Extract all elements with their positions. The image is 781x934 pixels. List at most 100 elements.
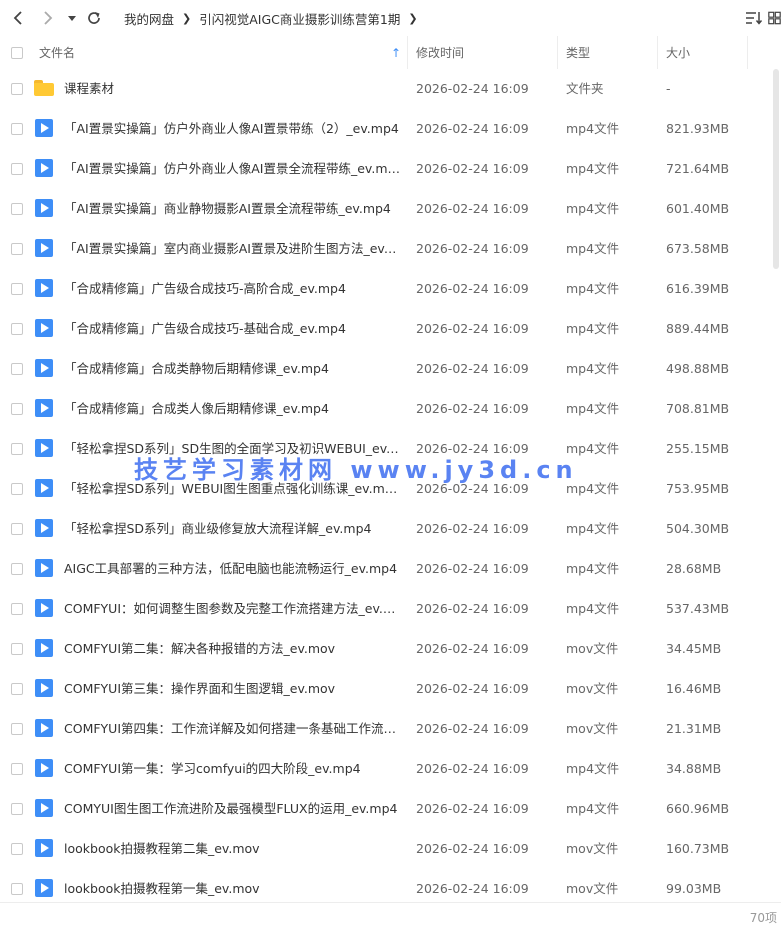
file-row[interactable]: 「合成精修篇」合成类静物后期精修课_ev.mp4 2026-02-24 16:09…: [0, 349, 781, 389]
file-row[interactable]: 「AI置景实操篇」室内商业摄影AI置景及进阶生图方法_ev.m... 2026-0…: [0, 229, 781, 269]
row-checkbox[interactable]: [11, 123, 23, 135]
file-row[interactable]: lookbook拍摄教程第二集_ev.mov 2026-02-24 16:09 mo…: [0, 829, 781, 869]
row-checkbox[interactable]: [11, 403, 23, 415]
file-name[interactable]: lookbook拍摄教程第二集_ev.mov: [64, 829, 400, 869]
file-modified: 2026-02-24 16:09: [416, 521, 529, 536]
chevron-right-icon: ❯: [182, 11, 192, 25]
row-checkbox[interactable]: [11, 563, 23, 575]
file-row[interactable]: 课程素材 2026-02-24 16:09 文件夹 -: [0, 69, 781, 109]
column-modified[interactable]: 修改时间: [416, 36, 464, 69]
file-size: 21.31MB: [666, 721, 722, 736]
row-checkbox[interactable]: [11, 283, 23, 295]
row-checkbox[interactable]: [11, 643, 23, 655]
file-row[interactable]: 「合成精修篇」广告级合成技巧-基础合成_ev.mp4 2026-02-24 16:…: [0, 309, 781, 349]
file-size: -: [666, 81, 671, 96]
refresh-button[interactable]: [82, 6, 106, 30]
file-name[interactable]: 「合成精修篇」广告级合成技巧-基础合成_ev.mp4: [64, 309, 400, 349]
column-divider[interactable]: [407, 36, 408, 69]
video-file-icon: [35, 399, 53, 417]
caret-down-icon: [68, 16, 76, 21]
row-checkbox[interactable]: [11, 523, 23, 535]
breadcrumb-item-root[interactable]: 我的网盘: [124, 9, 174, 28]
file-name[interactable]: 「合成精修篇」合成类静物后期精修课_ev.mp4: [64, 349, 400, 389]
select-all-checkbox[interactable]: [11, 46, 23, 59]
back-button[interactable]: [6, 6, 30, 30]
file-type: mp4文件: [566, 401, 620, 416]
file-modified: 2026-02-24 16:09: [416, 681, 529, 696]
file-name[interactable]: 「AI置景实操篇」仿户外商业人像AI置景带练（2）_ev.mp4: [64, 109, 400, 149]
file-row[interactable]: COMYUI图生图工作流进阶及最强模型FLUX的运用_ev.mp4 2026-02…: [0, 789, 781, 829]
file-name[interactable]: AIGC工具部署的三种方法，低配电脑也能流畅运行_ev.mp4: [64, 549, 400, 589]
column-divider[interactable]: [557, 36, 558, 69]
file-row[interactable]: COMFYUI第三集：操作界面和生图逻辑_ev.mov 2026-02-24 16…: [0, 669, 781, 709]
file-name[interactable]: COMFYUI第二集：解决各种报错的方法_ev.mov: [64, 629, 400, 669]
file-name[interactable]: COMYUI图生图工作流进阶及最强模型FLUX的运用_ev.mp4: [64, 789, 400, 829]
row-checkbox[interactable]: [11, 443, 23, 455]
file-row[interactable]: COMFYUI第一集：学习comfyui的四大阶段_ev.mp4 2026-02-…: [0, 749, 781, 789]
row-checkbox[interactable]: [11, 803, 23, 815]
file-row[interactable]: 「AI置景实操篇」仿户外商业人像AI置景全流程带练_ev.mp4 2026-02-…: [0, 149, 781, 189]
file-row[interactable]: 「AI置景实操篇」仿户外商业人像AI置景带练（2）_ev.mp4 2026-02-…: [0, 109, 781, 149]
file-row[interactable]: COMFYUI第二集：解决各种报错的方法_ev.mov 2026-02-24 16…: [0, 629, 781, 669]
file-type: mp4文件: [566, 601, 620, 616]
row-checkbox[interactable]: [11, 723, 23, 735]
file-icon-wrap: [34, 638, 54, 658]
file-type: mp4文件: [566, 761, 620, 776]
file-modified: 2026-02-24 16:09: [416, 601, 529, 616]
column-type-label: 类型: [566, 46, 591, 60]
file-row[interactable]: AIGC工具部署的三种方法，低配电脑也能流畅运行_ev.mp4 2026-02-2…: [0, 549, 781, 589]
row-checkbox[interactable]: [11, 323, 23, 335]
column-name-label: 文件名: [39, 46, 76, 60]
sort-button[interactable]: [744, 8, 764, 28]
column-type[interactable]: 类型: [566, 36, 590, 69]
file-name[interactable]: 课程素材: [64, 69, 400, 109]
row-checkbox[interactable]: [11, 363, 23, 375]
column-divider[interactable]: [657, 36, 658, 69]
file-name[interactable]: 「AI置景实操篇」仿户外商业人像AI置景全流程带练_ev.mp4: [64, 149, 400, 189]
forward-button[interactable]: [36, 6, 60, 30]
history-dropdown[interactable]: [61, 6, 83, 30]
file-name[interactable]: 「AI置景实操篇」商业静物摄影AI置景全流程带练_ev.mp4: [64, 189, 400, 229]
row-checkbox[interactable]: [11, 883, 23, 895]
file-row[interactable]: COMFYUI第四集：工作流详解及如何搭建一条基础工作流_e... 2026-02…: [0, 709, 781, 749]
file-row[interactable]: 「AI置景实操篇」商业静物摄影AI置景全流程带练_ev.mp4 2026-02-2…: [0, 189, 781, 229]
column-name[interactable]: 文件名 ↑: [39, 36, 405, 69]
file-icon-wrap: [34, 878, 54, 898]
file-name[interactable]: 「合成精修篇」广告级合成技巧-高阶合成_ev.mp4: [64, 269, 400, 309]
file-name[interactable]: 「轻松拿捏SD系列」商业级修复放大流程详解_ev.mp4: [64, 509, 400, 549]
video-file-icon: [35, 199, 53, 217]
file-modified: 2026-02-24 16:09: [416, 121, 529, 136]
column-size[interactable]: 大小: [666, 36, 690, 69]
row-checkbox[interactable]: [11, 83, 23, 95]
scrollbar-thumb[interactable]: [773, 69, 779, 269]
row-checkbox[interactable]: [11, 483, 23, 495]
row-checkbox[interactable]: [11, 163, 23, 175]
file-name[interactable]: COMFYUI第三集：操作界面和生图逻辑_ev.mov: [64, 669, 400, 709]
file-icon-wrap: [34, 318, 54, 338]
file-name[interactable]: COMFYUI：如何调整生图参数及完整工作流搭建方法_ev.mp4: [64, 589, 400, 629]
row-checkbox[interactable]: [11, 203, 23, 215]
breadcrumb-item-current[interactable]: 引闪视觉AIGC商业摄影训练营第1期: [199, 9, 400, 28]
file-row[interactable]: COMFYUI：如何调整生图参数及完整工作流搭建方法_ev.mp4 2026-02…: [0, 589, 781, 629]
row-checkbox[interactable]: [11, 763, 23, 775]
file-name[interactable]: 「AI置景实操篇」室内商业摄影AI置景及进阶生图方法_ev.m...: [64, 229, 400, 269]
file-icon-wrap: [34, 678, 54, 698]
file-name[interactable]: COMFYUI第一集：学习comfyui的四大阶段_ev.mp4: [64, 749, 400, 789]
view-toggle-button[interactable]: [768, 8, 781, 28]
row-checkbox[interactable]: [11, 683, 23, 695]
row-checkbox[interactable]: [11, 843, 23, 855]
row-checkbox[interactable]: [11, 243, 23, 255]
column-divider[interactable]: [747, 36, 748, 69]
file-icon-wrap: [34, 718, 54, 738]
file-name[interactable]: 「合成精修篇」合成类人像后期精修课_ev.mp4: [64, 389, 400, 429]
file-name[interactable]: COMFYUI第四集：工作流详解及如何搭建一条基础工作流_e...: [64, 709, 400, 749]
file-modified: 2026-02-24 16:09: [416, 201, 529, 216]
file-row[interactable]: 「轻松拿捏SD系列」商业级修复放大流程详解_ev.mp4 2026-02-24 1…: [0, 509, 781, 549]
row-checkbox[interactable]: [11, 603, 23, 615]
vertical-scrollbar[interactable]: [770, 69, 781, 899]
folder-icon: [34, 80, 54, 96]
file-row[interactable]: 「合成精修篇」合成类人像后期精修课_ev.mp4 2026-02-24 16:09…: [0, 389, 781, 429]
video-file-icon: [35, 319, 53, 337]
chevron-right-icon: ❯: [408, 11, 418, 25]
file-row[interactable]: 「合成精修篇」广告级合成技巧-高阶合成_ev.mp4 2026-02-24 16:…: [0, 269, 781, 309]
